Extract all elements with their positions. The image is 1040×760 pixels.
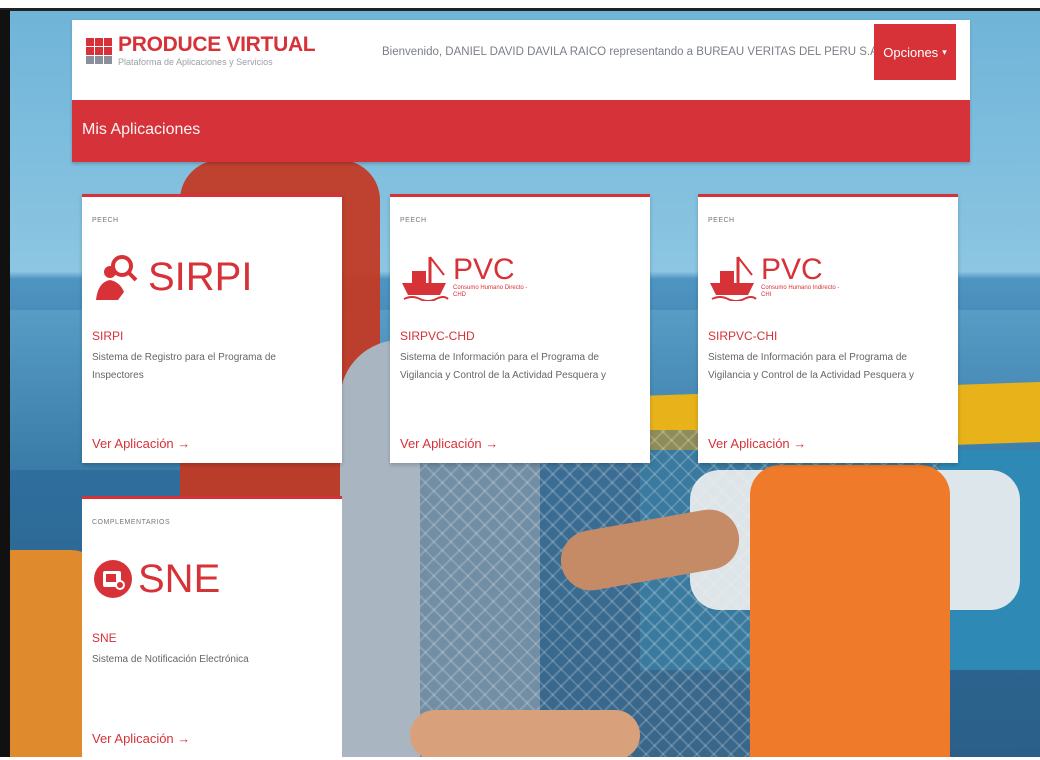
brand-grid-icon [86,37,112,64]
app-name: SNE [92,631,117,645]
brand-subtitle: Plataforma de Aplicaciones y Servicios [118,57,273,67]
card-category: PEECH [400,217,427,224]
sne-logo: SNE [92,543,220,615]
app-card-sirpvc-chi: PEECH PVC Consumo Humano Indirecto - CHI… [698,194,958,463]
view-application-link[interactable]: Ver Aplicación → [708,436,806,451]
sirpi-logo: SIRPI [92,241,252,313]
caret-down-icon: ▾ [942,46,947,57]
card-category: PEECH [92,217,119,224]
view-application-link[interactable]: Ver Aplicación → [92,436,190,451]
pvc-logo-text: PVC [761,253,823,286]
app-description: Sistema de Notificación Electrónica [92,654,249,665]
scan-border-top [0,8,1040,11]
options-dropdown-button[interactable]: Opciones ▾ [874,24,956,80]
sirpi-logo-text: SIRPI [148,255,253,299]
pvc-logo-text: PVC [453,253,515,286]
options-label: Opciones [883,44,939,60]
my-applications-bar: Mis Aplicaciones [72,100,970,162]
pvc-chi-logo: PVC Consumo Humano Indirecto - CHI [708,241,841,313]
inspector-magnifier-icon [96,255,138,300]
brand-title: PRODUCE VIRTUAL [118,33,316,56]
brand-logo[interactable]: PRODUCE VIRTUAL Plataforma de Aplicacion… [86,33,316,67]
notification-mail-icon [94,560,132,598]
app-card-sne: COMPLEMENTARIOS SNE SNE Sistema de Notif… [82,496,342,760]
top-header: PRODUCE VIRTUAL Plataforma de Aplicacion… [72,20,970,100]
app-name: SIRPVC-CHI [708,329,778,343]
pvc-logo-subtext: Consumo Humano Directo - CHD [453,285,528,298]
view-application-link[interactable]: Ver Aplicación → [92,731,190,746]
card-category: PEECH [708,217,735,224]
view-application-link[interactable]: Ver Aplicación → [400,436,498,451]
pvc-logo-subtext: Consumo Humano Indirecto - CHI [761,285,840,298]
section-title: Mis Aplicaciones [82,121,201,138]
app-card-sirpvc-chd: PEECH PVC Consumo Humano Directo - CHD S… [390,194,650,463]
scan-border-left [0,10,10,757]
app-description: Sistema de Registro para el Programa de … [92,352,276,381]
fishing-boat-icon [402,256,449,301]
app-description: Sistema de Información para el Programa … [400,352,607,381]
sne-logo-text: SNE [138,557,221,601]
app-card-sirpi: PEECH SIRPI SIRPI Sistema de Registro pa… [82,194,342,463]
card-category: COMPLEMENTARIOS [92,519,171,526]
app-name: SIRPVC-CHD [400,329,475,343]
welcome-message: Bienvenido, DANIEL DAVID DAVILA RAICO re… [382,46,881,58]
fishing-boat-icon [710,256,757,301]
app-name: SIRPI [92,329,124,343]
app-description: Sistema de Información para el Programa … [708,352,915,381]
pvc-chd-logo: PVC Consumo Humano Directo - CHD [400,241,533,313]
